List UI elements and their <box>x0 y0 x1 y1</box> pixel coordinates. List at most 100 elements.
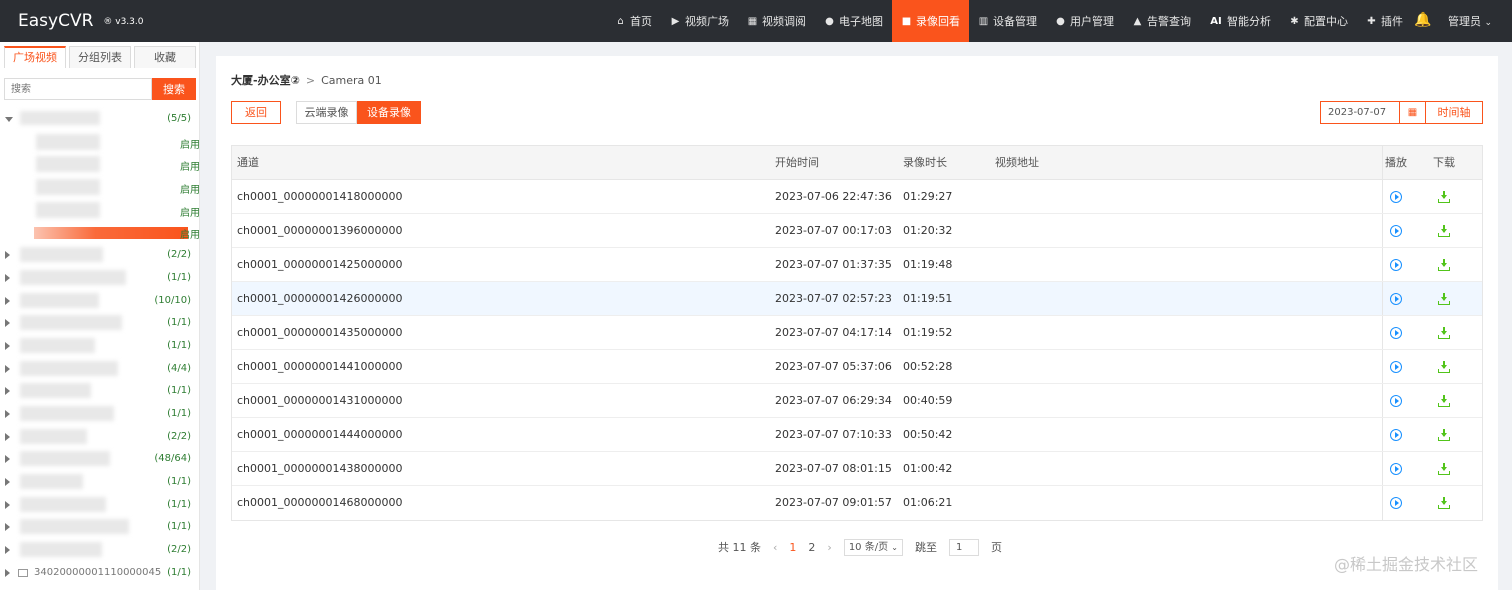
nav-item-10[interactable]: ✚ 插件 <box>1357 0 1412 42</box>
timeline-button[interactable]: 时间轴 <box>1425 101 1483 124</box>
caret-right-icon[interactable] <box>5 432 10 441</box>
nav-item-0[interactable]: ⌂ 首页 <box>606 0 661 42</box>
caret-down-icon[interactable] <box>5 117 13 122</box>
play-icon[interactable] <box>1390 191 1402 203</box>
caret-right-icon[interactable] <box>5 478 10 486</box>
caret-right-icon[interactable] <box>5 387 10 396</box>
caret-right-icon[interactable] <box>5 409 10 418</box>
tree-group[interactable]: (5/5) <box>0 108 199 131</box>
header-start-time: 开始时间 <box>775 156 819 169</box>
page-1[interactable]: 1 <box>789 541 796 554</box>
nav-item-3[interactable]: ● 电子地图 <box>815 0 892 42</box>
nav-item-9[interactable]: ✱ 配置中心 <box>1280 0 1357 42</box>
play-icon[interactable] <box>1390 463 1402 475</box>
page-size-select[interactable]: 10 条/页 ⌄ <box>843 538 903 556</box>
blurred-label <box>36 133 100 150</box>
tree-group[interactable]: (1/1) <box>0 380 199 403</box>
caret-right-icon[interactable] <box>5 319 10 328</box>
caret-right-icon[interactable] <box>5 500 10 509</box>
search-button[interactable]: 搜索 <box>152 78 196 100</box>
play-icon[interactable] <box>1390 361 1402 373</box>
puzzle-icon: ✚ <box>1367 15 1376 27</box>
caret-right-icon[interactable] <box>5 273 10 282</box>
tree-group[interactable]: (1/1) <box>0 494 199 517</box>
nav-item-1[interactable]: ▶ 视频广场 <box>661 0 738 42</box>
tree-group[interactable]: (1/1) <box>0 516 199 539</box>
caret-right-icon[interactable] <box>5 546 10 555</box>
nav-label: 智能分析 <box>1227 15 1271 28</box>
tree-group[interactable]: (10/10) <box>0 290 199 313</box>
nav-label: 首页 <box>630 15 652 28</box>
tree-group[interactable]: (4/4) <box>0 358 199 381</box>
cloud-record-button[interactable]: 云端录像 <box>296 101 357 124</box>
tree-group[interactable]: (2/2) <box>0 244 199 267</box>
download-icon[interactable] <box>1438 293 1450 305</box>
play-icon[interactable] <box>1390 327 1402 339</box>
nav-item-5[interactable]: ▥ 设备管理 <box>969 0 1046 42</box>
tree-child-camera[interactable]: 启用 <box>0 221 199 244</box>
play-cell <box>1382 452 1410 486</box>
date-picker[interactable]: 2023-07-07 ▦ <box>1320 101 1426 124</box>
play-icon[interactable] <box>1390 395 1402 407</box>
download-icon[interactable] <box>1438 225 1450 237</box>
tab-favorites[interactable]: 收藏 <box>134 46 196 68</box>
tree-child-camera[interactable]: 启用 <box>0 176 199 199</box>
nav-item-4[interactable]: ■ 录像回看 <box>892 0 969 42</box>
user-menu[interactable]: 管理员 ⌄ <box>1448 13 1492 29</box>
date-value[interactable]: 2023-07-07 <box>1321 102 1399 123</box>
download-icon[interactable] <box>1438 327 1450 339</box>
download-icon[interactable] <box>1438 191 1450 203</box>
prev-page-button[interactable]: ‹ <box>773 541 777 554</box>
download-icon[interactable] <box>1438 429 1450 441</box>
tree-child-camera[interactable]: 启用 <box>0 131 199 154</box>
tree-child-camera[interactable]: 启用 <box>0 153 199 176</box>
play-icon[interactable] <box>1390 293 1402 305</box>
download-icon[interactable] <box>1438 497 1450 509</box>
tree-group[interactable]: (1/1) <box>0 471 199 494</box>
table-row: ch0001_00000001425000000 2023-07-07 01:37… <box>232 248 1482 282</box>
calendar-icon[interactable]: ▦ <box>1399 102 1425 123</box>
breadcrumb-parent[interactable]: 大厦-办公室② <box>231 74 300 87</box>
caret-right-icon[interactable] <box>5 341 10 350</box>
tree-group[interactable]: (2/2) <box>0 426 199 449</box>
nav-item-8[interactable]: AI 智能分析 <box>1200 0 1280 42</box>
tree-child-camera[interactable]: 启用 <box>0 199 199 222</box>
tree-group[interactable]: (48/64) <box>0 448 199 471</box>
tree-group[interactable]: (1/1) <box>0 335 199 358</box>
caret-right-icon[interactable] <box>5 568 10 577</box>
tree-group[interactable]: 34020000001110000045 (1/1) <box>0 562 199 585</box>
caret-right-icon[interactable] <box>5 296 10 305</box>
goto-page-input[interactable]: 1 <box>948 538 979 556</box>
play-icon[interactable] <box>1390 497 1402 509</box>
back-button[interactable]: 返回 <box>231 101 281 124</box>
tab-group-list[interactable]: 分组列表 <box>69 46 131 68</box>
download-icon[interactable] <box>1438 395 1450 407</box>
tree-group[interactable]: (1/1) <box>0 403 199 426</box>
caret-right-icon[interactable] <box>5 523 10 532</box>
tree-group[interactable]: (2/2) <box>0 539 199 562</box>
page-2[interactable]: 2 <box>808 541 815 554</box>
download-icon[interactable] <box>1438 463 1450 475</box>
nav-item-6[interactable]: ● 用户管理 <box>1046 0 1123 42</box>
search-input[interactable] <box>4 78 152 100</box>
caret-right-icon[interactable] <box>5 251 10 260</box>
download-icon[interactable] <box>1438 361 1450 373</box>
play-icon[interactable] <box>1390 225 1402 237</box>
play-icon[interactable] <box>1390 429 1402 441</box>
download-icon[interactable] <box>1438 259 1450 271</box>
next-page-button[interactable]: › <box>827 541 831 554</box>
play-icon[interactable] <box>1390 259 1402 271</box>
bell-icon[interactable]: 🔔 <box>1414 12 1431 30</box>
tab-square-video[interactable]: 广场视频 <box>4 46 66 68</box>
app-logo[interactable]: EasyCVR <box>18 11 93 31</box>
caret-right-icon[interactable] <box>5 455 10 464</box>
tree-count: (1/1) <box>167 271 191 283</box>
cell-start-time: 2023-07-07 01:37:35 <box>775 258 892 271</box>
device-record-button[interactable]: 设备录像 <box>357 101 421 124</box>
tree-group[interactable]: (1/1) <box>0 312 199 335</box>
nav-item-2[interactable]: ▦ 视频调阅 <box>738 0 815 42</box>
nav-label: 视频调阅 <box>762 15 806 28</box>
caret-right-icon[interactable] <box>5 364 10 373</box>
tree-group[interactable]: (1/1) <box>0 267 199 290</box>
nav-item-7[interactable]: ▲ 告警查询 <box>1123 0 1200 42</box>
